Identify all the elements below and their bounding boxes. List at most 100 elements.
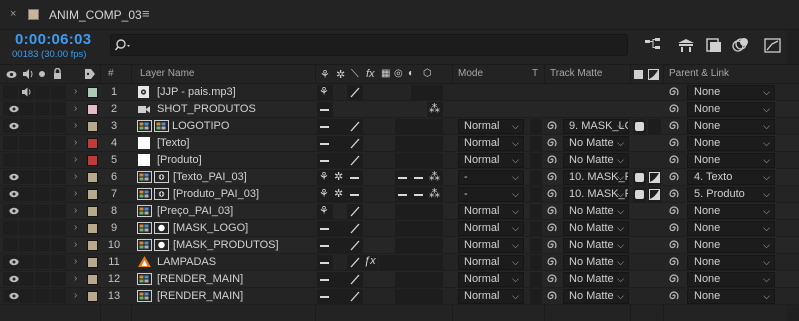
- graph-editor-icon[interactable]: [763, 36, 783, 54]
- 3d-layer-switch-header-icon[interactable]: ⬡: [423, 68, 432, 79]
- layer-switch[interactable]: [411, 153, 427, 168]
- blend-mode-dropdown[interactable]: - ⌵: [458, 170, 524, 185]
- lock-toggle[interactable]: [51, 289, 66, 303]
- layer-name[interactable]: [RENDER_MAIN]: [157, 273, 243, 285]
- layer-switch[interactable]: ⁂: [427, 170, 443, 185]
- layer-name[interactable]: [Preço_PAI_03]: [157, 205, 233, 217]
- layer-switch[interactable]: [411, 238, 427, 253]
- track-matte-dropdown[interactable]: 10. MASK_P ⌵: [563, 170, 629, 185]
- twirl-chevron-icon[interactable]: ›: [74, 171, 77, 182]
- matte-pickwhip-icon[interactable]: [546, 256, 558, 268]
- motion-blur-switch-header-icon[interactable]: ◎: [394, 68, 403, 79]
- matte-invert-header-icon[interactable]: [648, 69, 659, 80]
- video-toggle[interactable]: [3, 119, 19, 133]
- layer-switch[interactable]: [332, 238, 348, 253]
- layer-switch[interactable]: ⚘: [317, 170, 333, 185]
- preserve-transparency-toggle[interactable]: [530, 272, 542, 287]
- draft-3d-icon[interactable]: [676, 36, 696, 54]
- layer-switch[interactable]: [347, 153, 363, 168]
- parent-link-header[interactable]: Parent & Link: [669, 68, 729, 79]
- twirl-chevron-icon[interactable]: ›: [74, 120, 77, 131]
- lock-toggle[interactable]: [51, 187, 66, 201]
- layer-switch[interactable]: [347, 221, 363, 236]
- layer-switch[interactable]: ⚘: [317, 187, 333, 202]
- lock-toggle[interactable]: [51, 221, 66, 235]
- label-color-swatch[interactable]: [87, 121, 98, 132]
- layer-switch[interactable]: [317, 255, 333, 270]
- audio-toggle[interactable]: [19, 204, 34, 218]
- layer-name[interactable]: [MASK_LOGO]: [173, 222, 248, 234]
- layer-switch[interactable]: [395, 204, 411, 219]
- label-color-swatch[interactable]: [87, 172, 98, 183]
- track-matte-dropdown[interactable]: No Matte ⌵: [563, 289, 629, 304]
- lock-toggle[interactable]: [51, 85, 66, 99]
- layer-switch[interactable]: [411, 85, 427, 100]
- parent-dropdown[interactable]: 4. Texto ⌵: [687, 170, 775, 185]
- layer-switch[interactable]: [411, 136, 427, 151]
- frame-blending-icon[interactable]: [731, 36, 751, 54]
- preserve-transparency-toggle[interactable]: [530, 289, 542, 304]
- label-color-swatch[interactable]: [87, 138, 98, 149]
- collapse-switch-header-icon[interactable]: ✲: [336, 68, 345, 81]
- layer-switch[interactable]: [332, 289, 348, 304]
- layer-switch[interactable]: [347, 170, 363, 185]
- parent-pickwhip-icon[interactable]: [668, 205, 680, 217]
- frame-blend-switch-header-icon[interactable]: ▦: [381, 68, 390, 79]
- shy-switch-header-icon[interactable]: ⚘: [320, 68, 330, 81]
- matte-pickwhip-icon[interactable]: [546, 137, 558, 149]
- matte-pickwhip-icon[interactable]: [546, 188, 558, 200]
- track-matte-dropdown[interactable]: No Matte ⌵: [563, 272, 629, 287]
- layer-name[interactable]: [Texto]: [157, 137, 189, 149]
- layer-switch[interactable]: [317, 153, 333, 168]
- layer-switch[interactable]: [427, 204, 443, 219]
- parent-pickwhip-icon[interactable]: [668, 188, 680, 200]
- layer-switch[interactable]: [395, 187, 411, 202]
- blend-mode-dropdown[interactable]: Normal ⌵: [458, 289, 524, 304]
- preserve-transparency-toggle[interactable]: [530, 153, 542, 168]
- parent-dropdown[interactable]: None ⌵: [687, 119, 775, 134]
- layer-name[interactable]: [MASK_PRODUTOS]: [173, 239, 279, 251]
- layer-name[interactable]: [Texto_PAI_03]: [173, 171, 247, 183]
- audio-toggle[interactable]: [19, 85, 34, 99]
- track-matte-dropdown[interactable]: No Matte ⌵: [563, 136, 629, 151]
- parent-dropdown[interactable]: None ⌵: [687, 272, 775, 287]
- blend-mode-dropdown[interactable]: Normal ⌵: [458, 153, 524, 168]
- solo-toggle[interactable]: [35, 102, 50, 116]
- parent-pickwhip-icon[interactable]: [668, 222, 680, 234]
- track-matte-dropdown[interactable]: No Matte ⌵: [563, 153, 629, 168]
- audio-header-icon[interactable]: [22, 69, 34, 79]
- layer-switch[interactable]: [332, 153, 348, 168]
- twirl-chevron-icon[interactable]: ›: [74, 103, 77, 114]
- video-toggle[interactable]: [3, 272, 19, 286]
- layer-switch[interactable]: [395, 153, 411, 168]
- layer-switch[interactable]: [347, 187, 363, 202]
- layer-switch[interactable]: [332, 136, 348, 151]
- lock-header-icon[interactable]: [53, 68, 62, 79]
- track-matte-dropdown[interactable]: 9. MASK_LO ⌵: [563, 119, 629, 134]
- audio-toggle[interactable]: [19, 221, 34, 235]
- video-toggle[interactable]: [3, 136, 18, 150]
- label-color-swatch[interactable]: [87, 291, 98, 302]
- current-time-display[interactable]: 0:00:06:03: [15, 31, 91, 48]
- layer-switch[interactable]: [427, 153, 443, 168]
- label-color-swatch[interactable]: [87, 104, 98, 115]
- blend-mode-dropdown[interactable]: Normal ⌵: [458, 272, 524, 287]
- twirl-chevron-icon[interactable]: ›: [74, 239, 77, 250]
- preserve-transparency-toggle[interactable]: [530, 187, 542, 202]
- blend-mode-dropdown[interactable]: Normal ⌵: [458, 238, 524, 253]
- track-matte-header[interactable]: Track Matte: [550, 68, 602, 79]
- matte-pickwhip-icon[interactable]: [546, 205, 558, 217]
- label-color-swatch[interactable]: [87, 87, 98, 98]
- video-toggle[interactable]: [3, 289, 19, 303]
- matte-alpha-toggle[interactable]: [633, 187, 646, 202]
- audio-toggle[interactable]: [19, 272, 34, 286]
- parent-pickwhip-icon[interactable]: [668, 103, 680, 115]
- audio-toggle[interactable]: [19, 238, 34, 252]
- shy-layers-icon[interactable]: [704, 36, 724, 54]
- layer-switch[interactable]: [395, 221, 411, 236]
- layer-switch[interactable]: [411, 289, 427, 304]
- comp-flowchart-icon[interactable]: [643, 36, 663, 54]
- layer-switch[interactable]: [395, 238, 411, 253]
- layer-name-header[interactable]: Layer Name: [140, 68, 194, 79]
- layer-switch[interactable]: [317, 102, 333, 117]
